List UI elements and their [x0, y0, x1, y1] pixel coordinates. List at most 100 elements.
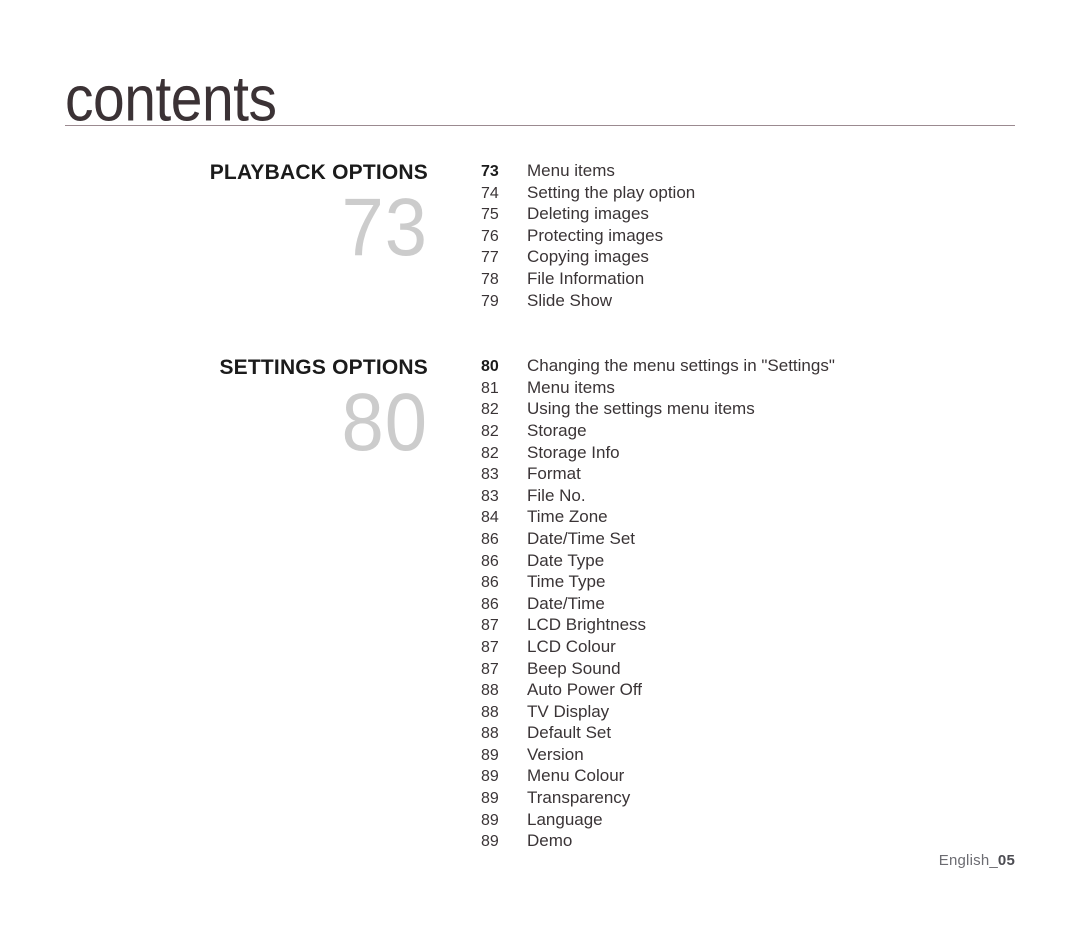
toc-entry-label: Menu items: [527, 161, 615, 180]
toc-entry[interactable]: 89 Demo: [481, 830, 1021, 852]
page-title: contents: [65, 63, 277, 136]
toc-entry[interactable]: 86 Time Type: [481, 571, 1021, 593]
toc-entry[interactable]: 89 Menu Colour: [481, 765, 1021, 787]
toc-entry-label: Deleting images: [527, 204, 649, 224]
toc-entry[interactable]: 86 Date/Time: [481, 593, 1021, 615]
toc-entry-label: Format: [527, 464, 581, 484]
toc-entry[interactable]: 81 Menu items: [481, 377, 1021, 399]
toc-entry-label: Time Type: [527, 572, 606, 592]
toc-entry[interactable]: 74 Setting the play option: [481, 182, 1021, 204]
toc-entry-label: Demo: [527, 831, 573, 851]
toc-entry-label: Storage: [527, 420, 587, 440]
toc-entry[interactable]: 86 Date/Time Set: [481, 528, 1021, 550]
title-divider: [65, 125, 1015, 126]
toc-section-big-number: 73: [341, 181, 428, 274]
toc-entry-page-number: 86: [481, 530, 499, 548]
toc-entry-label: Menu items: [527, 377, 615, 397]
toc-entry-list: 80 Changing the menu settings in "Setting…: [481, 355, 1021, 852]
toc-entry-page-number: 81: [481, 379, 499, 397]
toc-entry-label: Menu Colour: [527, 766, 625, 786]
toc-entry-label: File Information: [527, 268, 645, 288]
toc-section-big-number: 80: [341, 376, 428, 469]
toc-entry[interactable]: 78 File Information: [481, 268, 1021, 290]
toc-entry-page-number: 74: [481, 184, 499, 202]
toc-entry[interactable]: 83 Format: [481, 463, 1021, 485]
toc-entry[interactable]: 87 Beep Sound: [481, 658, 1021, 680]
toc-entry-page-number: 73: [481, 163, 499, 180]
toc-entry[interactable]: 82 Using the settings menu items: [481, 398, 1021, 420]
toc-entry-label: Transparency: [527, 788, 631, 808]
toc-entry[interactable]: 88 Auto Power Off: [481, 679, 1021, 701]
toc-entry-page-number: 89: [481, 768, 499, 786]
toc-entry[interactable]: 75 Deleting images: [481, 203, 1021, 225]
toc-entry-label: Language: [527, 809, 603, 829]
toc-entry[interactable]: 87 LCD Colour: [481, 636, 1021, 658]
toc-entry-page-number: 89: [481, 833, 499, 851]
page-header: contents: [65, 67, 1015, 134]
toc-entry[interactable]: 73 Menu items: [481, 160, 1021, 182]
toc-entry[interactable]: 79 Slide Show: [481, 290, 1021, 312]
toc-entry-label: Date Type: [527, 550, 605, 570]
toc-entry-label: Setting the play option: [527, 182, 696, 202]
toc-entry-page-number: 89: [481, 790, 499, 808]
toc-entry-page-number: 79: [481, 292, 499, 310]
toc-entry-page-number: 77: [481, 249, 499, 267]
toc-entry-page-number: 87: [481, 638, 499, 656]
toc-entry[interactable]: 88 TV Display: [481, 701, 1021, 723]
toc-entry-page-number: 84: [481, 509, 499, 527]
toc-entry-page-number: 89: [481, 746, 499, 764]
toc-entry-page-number: 88: [481, 682, 499, 700]
toc-entry-label: File No.: [527, 485, 586, 505]
toc-entry[interactable]: 83 File No.: [481, 485, 1021, 507]
toc-entry-page-number: 86: [481, 552, 499, 570]
toc-entry[interactable]: 89 Version: [481, 744, 1021, 766]
toc-entry-label: Date/Time Set: [527, 528, 636, 548]
toc-entry-label: LCD Colour: [527, 636, 616, 656]
toc-entry-label: Using the settings menu items: [527, 399, 755, 419]
toc-section-left: PLAYBACK OPTIONS 73: [0, 160, 428, 268]
toc-entry-label: TV Display: [527, 701, 610, 721]
toc-entry-page-number: 75: [481, 206, 499, 224]
toc-entry-page-number: 82: [481, 422, 499, 440]
page-footer: English_05: [939, 852, 1015, 869]
toc-entry[interactable]: 84 Time Zone: [481, 506, 1021, 528]
toc-entry-label: Storage Info: [527, 442, 620, 462]
toc-entry-page-number: 86: [481, 574, 499, 592]
toc-entry-page-number: 87: [481, 660, 499, 678]
toc-entry-page-number: 88: [481, 703, 499, 721]
toc-entry-label: LCD Brightness: [527, 615, 647, 635]
toc-section-left: SETTINGS OPTIONS 80: [0, 355, 428, 463]
toc-entry[interactable]: 76 Protecting images: [481, 225, 1021, 247]
toc-entry-page-number: 88: [481, 725, 499, 743]
toc-entry-page-number: 80: [481, 358, 499, 376]
toc-entry[interactable]: 82 Storage: [481, 420, 1021, 442]
contents-page: { "header": { "title": "contents" }, "se…: [0, 0, 1080, 933]
toc-entry-page-number: 89: [481, 811, 499, 829]
toc-entry-label: Beep Sound: [527, 658, 621, 678]
toc-entry-page-number: 86: [481, 595, 499, 613]
toc-entry[interactable]: 89 Transparency: [481, 787, 1021, 809]
toc-entry-list: 73 Menu items 74 Setting the play option 75 D…: [481, 160, 1021, 311]
toc-entry-page-number: 83: [481, 487, 499, 505]
toc-entry[interactable]: 77 Copying images: [481, 246, 1021, 268]
toc-entry-page-number: 82: [481, 401, 499, 419]
toc-entry-label: Time Zone: [527, 507, 608, 527]
toc-entry[interactable]: 87 LCD Brightness: [481, 614, 1021, 636]
toc-entry-label: Default Set: [527, 723, 612, 743]
toc-entry-label: Auto Power Off: [527, 680, 642, 700]
toc-entry-page-number: 83: [481, 466, 499, 484]
toc-entry[interactable]: 88 Default Set: [481, 722, 1021, 744]
toc-entry-label: Copying images: [527, 247, 649, 267]
toc-entry[interactable]: 80 Changing the menu settings in "Setting…: [481, 355, 1021, 377]
toc-entry-page-number: 78: [481, 270, 499, 288]
toc-entry-label: Date/Time: [527, 593, 605, 613]
toc-entry-label: Version: [527, 744, 584, 764]
toc-section: PLAYBACK OPTIONS 73 73 Menu items 74 Setting …: [0, 160, 1080, 331]
toc-entry-label: Slide Show: [527, 290, 613, 310]
toc-entry[interactable]: 86 Date Type: [481, 550, 1021, 572]
toc-entry[interactable]: 89 Language: [481, 809, 1021, 831]
toc-entry-page-number: 76: [481, 227, 499, 245]
toc-entry[interactable]: 82 Storage Info: [481, 442, 1021, 464]
toc-entry-page-number: 87: [481, 617, 499, 635]
toc-section: SETTINGS OPTIONS 80 80 Changing the menu se…: [0, 355, 1080, 872]
